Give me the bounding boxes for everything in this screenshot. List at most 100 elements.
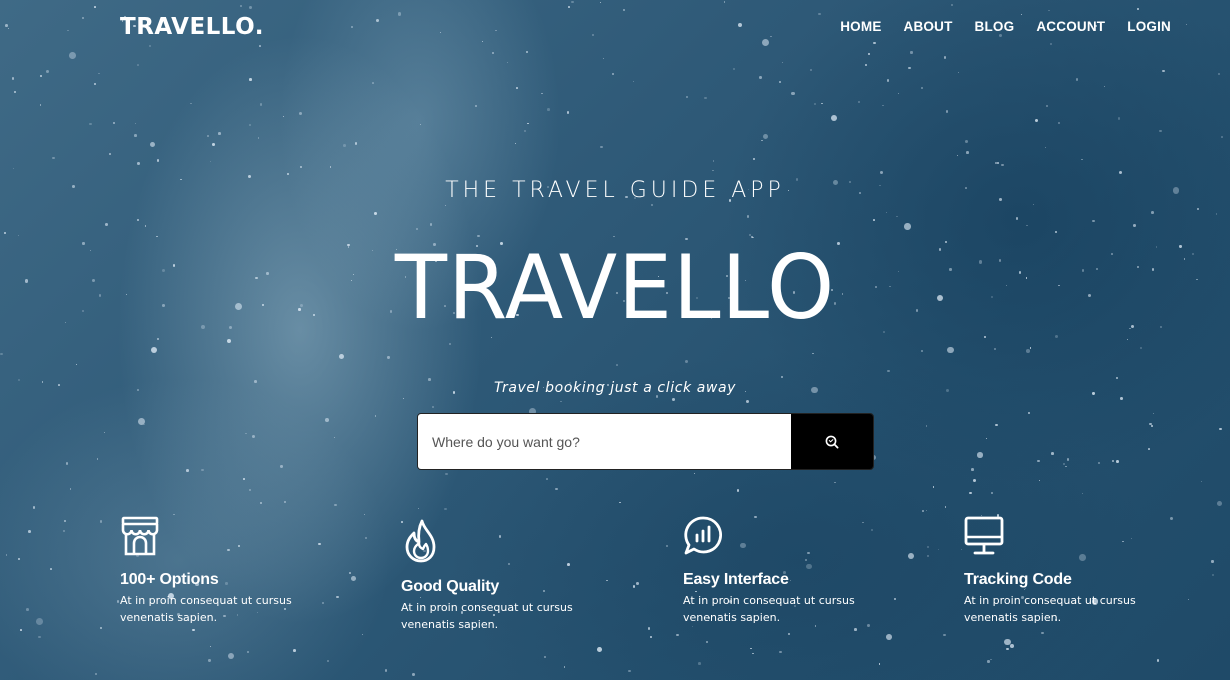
star-speck [810, 69, 813, 72]
star-speck [527, 122, 529, 125]
star-speck [429, 223, 432, 226]
star-speck [747, 215, 750, 218]
features-section: 100+ Options At in proin consequat ut cu… [0, 515, 1230, 680]
star-speck [207, 135, 210, 137]
star-speck [417, 507, 419, 509]
star-speck [944, 240, 947, 243]
monitor-icon [964, 516, 1004, 555]
star-speck [137, 64, 139, 66]
star-speck [944, 505, 947, 508]
feature-quality: Good Quality At in proin consequat ut cu… [401, 518, 621, 633]
star-speck [736, 489, 740, 492]
star-speck [45, 69, 49, 73]
star-speck [1112, 460, 1115, 462]
star-speck [1133, 224, 1136, 228]
star-speck [946, 346, 954, 354]
star-speck [1139, 347, 1142, 350]
star-speck [280, 465, 283, 468]
star-speck [971, 468, 974, 472]
star-speck [1046, 104, 1049, 107]
star-speck [257, 137, 260, 139]
star-speck [516, 87, 518, 89]
star-speck [611, 72, 614, 75]
star-speck [745, 400, 749, 404]
star-speck [66, 462, 69, 465]
star-speck [18, 234, 20, 236]
star-speck [908, 66, 911, 70]
star-speck [13, 91, 16, 94]
star-speck [1115, 460, 1119, 464]
star-speck [1196, 208, 1200, 211]
star-speck [713, 160, 715, 162]
star-speck [431, 405, 435, 409]
hero-tagline: Travel booking just a click away [493, 380, 737, 396]
star-speck [896, 215, 898, 217]
star-speck [920, 86, 924, 89]
star-speck [506, 61, 508, 63]
star-speck [965, 151, 969, 154]
feature-title: Tracking Code [964, 571, 1072, 588]
star-speck [996, 161, 999, 165]
star-speck [1118, 170, 1122, 174]
star-speck [329, 166, 332, 168]
star-speck [778, 81, 781, 84]
star-speck [1066, 458, 1070, 462]
star-speck [449, 343, 451, 345]
feature-text: At in proin consequat ut cursus venenati… [120, 593, 292, 624]
star-speck [375, 415, 377, 417]
star-speck [555, 487, 559, 491]
star-speck [1218, 72, 1221, 75]
search-icon [825, 435, 839, 449]
star-speck [977, 452, 983, 458]
star-speck [1216, 500, 1222, 506]
star-speck [32, 506, 36, 510]
star-speck [693, 472, 696, 475]
star-speck [40, 74, 43, 77]
nav-account[interactable]: ACCOUNT [1036, 19, 1105, 34]
star-speck [1050, 452, 1054, 455]
star-speck [990, 492, 993, 495]
star-speck [185, 469, 189, 473]
feature-text: At in proin consequat ut cursus venenati… [683, 593, 855, 624]
main-menu: HOME ABOUT BLOG ACCOUNT LOGIN [840, 19, 1171, 34]
star-speck [671, 397, 675, 401]
star-speck [994, 347, 996, 350]
star-speck [523, 130, 527, 133]
search-button[interactable] [791, 414, 873, 469]
star-speck [243, 478, 246, 480]
star-speck [566, 111, 569, 114]
star-speck [1029, 347, 1032, 349]
star-speck [732, 67, 736, 71]
star-speck [541, 92, 543, 95]
star-speck [926, 509, 928, 511]
star-speck [249, 124, 252, 127]
site-logo[interactable]: TRAVELLO. [120, 14, 264, 40]
search-form [417, 413, 874, 470]
feature-tracking: Tracking Code At in proin consequat ut c… [964, 515, 1184, 626]
star-speck [1025, 348, 1030, 353]
star-speck [134, 123, 136, 125]
star-speck [245, 432, 248, 435]
star-speck [1104, 85, 1106, 87]
nav-about[interactable]: ABOUT [904, 19, 953, 34]
star-speck [89, 122, 92, 126]
star-speck [474, 104, 477, 107]
star-speck [1054, 230, 1057, 234]
search-input[interactable] [418, 414, 791, 469]
star-speck [334, 437, 336, 439]
star-speck [882, 104, 884, 106]
feature-interface: Easy Interface At in proin consequat ut … [683, 515, 903, 626]
nav-login[interactable]: LOGIN [1127, 19, 1171, 34]
star-speck [759, 76, 762, 80]
star-speck [402, 398, 404, 400]
nav-home[interactable]: HOME [840, 19, 881, 34]
star-speck [249, 78, 252, 81]
star-speck [1026, 224, 1029, 227]
star-speck [1152, 413, 1155, 415]
star-speck [1016, 217, 1019, 220]
nav-blog[interactable]: BLOG [975, 19, 1015, 34]
feature-title: 100+ Options [120, 571, 219, 588]
star-speck [922, 510, 924, 513]
star-speck [226, 338, 232, 344]
star-speck [602, 57, 604, 59]
